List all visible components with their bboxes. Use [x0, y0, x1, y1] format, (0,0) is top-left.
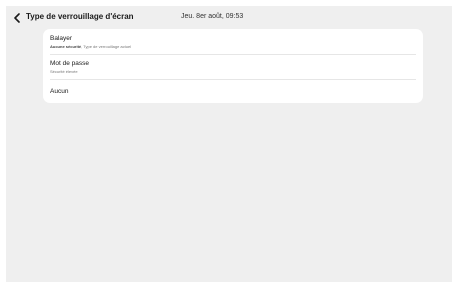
- chevron-left-icon: [13, 13, 21, 23]
- option-swipe-title: Balayer: [50, 35, 73, 42]
- option-swipe-subtitle: Aucune sécurité, Type de verrouillage ac…: [50, 44, 131, 49]
- option-password[interactable]: Mot de passe Sécurité élevée: [43, 54, 423, 79]
- lock-type-options-card: Balayer Aucune sécurité, Type de verroui…: [43, 29, 423, 103]
- option-password-subtitle: Sécurité élevée: [50, 69, 78, 74]
- page-title: Type de verrouillage d'écran: [26, 12, 134, 21]
- option-swipe-subtitle-rest: , Type de verrouillage actuel: [81, 44, 132, 49]
- option-none-title: Aucun: [50, 88, 69, 95]
- option-swipe[interactable]: Balayer Aucune sécurité, Type de verroui…: [43, 29, 423, 54]
- option-none[interactable]: Aucun: [43, 79, 423, 103]
- header-bar: Type de verrouillage d'écran Jeu. 8er ao…: [6, 6, 452, 30]
- option-password-title: Mot de passe: [50, 60, 90, 67]
- option-swipe-subtitle-strong: Aucune sécurité: [50, 44, 82, 49]
- settings-screen: Type de verrouillage d'écran Jeu. 8er ao…: [6, 6, 452, 282]
- status-datetime: Jeu. 8er août, 09:53: [181, 13, 244, 20]
- back-button[interactable]: [10, 11, 24, 25]
